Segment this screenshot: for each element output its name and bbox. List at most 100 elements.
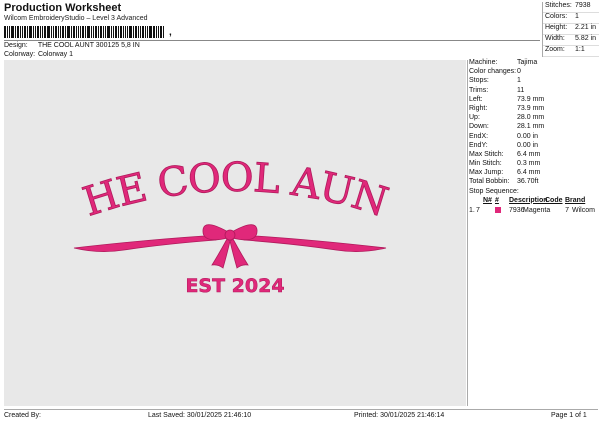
panel-cell: 0.00 in bbox=[517, 132, 539, 140]
barcode-bar bbox=[118, 26, 119, 38]
detail-stops: Stops: 1 bbox=[469, 77, 599, 86]
panel-cell: Trims: bbox=[469, 86, 489, 94]
barcode-bar bbox=[73, 26, 75, 38]
footer-last-saved: Last Saved: 30/01/2025 21:46:10 bbox=[148, 412, 252, 419]
barcode-bar bbox=[100, 26, 102, 38]
panel-cell: Total Bobbin: bbox=[469, 178, 510, 186]
detail-color-changes: Color changes: 0 bbox=[469, 68, 599, 77]
panel-cell: Down: bbox=[469, 123, 489, 131]
barcode-bar bbox=[78, 26, 79, 38]
detail-endy: EndY: 0.00 in bbox=[469, 142, 599, 151]
barcode-bar bbox=[22, 26, 23, 38]
detail-endx: EndX: 0.00 in bbox=[469, 133, 599, 142]
panel-cell: Up: bbox=[469, 114, 480, 122]
barcode-bar bbox=[105, 26, 106, 38]
barcode-bar bbox=[149, 26, 152, 38]
panel-cell: Description bbox=[509, 196, 548, 204]
software-name: Wilcom EmbroideryStudio – Level 3 Advanc… bbox=[4, 15, 148, 22]
panel-cell: N# bbox=[483, 196, 492, 204]
barcode-bar bbox=[62, 26, 64, 38]
detail-up: Up: 28.0 mm bbox=[469, 114, 599, 123]
detail-total-bobbin: Total Bobbin: 36.70ft bbox=[469, 178, 599, 187]
barcode bbox=[4, 26, 168, 38]
panel-cell: 7936 bbox=[509, 206, 525, 214]
embroidery-design: THE COOL AUNT EST 2024 bbox=[4, 60, 394, 297]
detail-right: Right: 73.9 mm bbox=[469, 105, 599, 114]
barcode-bar bbox=[156, 26, 157, 38]
barcode-bar bbox=[37, 26, 39, 38]
stats-box: Stitches: 7938 Colors: 1 Height: 2.21 in Wi… bbox=[542, 2, 599, 57]
barcode-bar bbox=[60, 26, 61, 38]
barcode-bar bbox=[80, 26, 81, 38]
panel-cell: Left: bbox=[469, 95, 483, 103]
barcode-bar bbox=[9, 26, 10, 38]
panel-cell: 7 bbox=[565, 206, 569, 214]
barcode-bar bbox=[153, 26, 155, 38]
design-est-text: EST 2024 bbox=[185, 275, 284, 297]
panel-cell: 73.9 mm bbox=[517, 95, 545, 103]
design-value: THE COOL AUNT 300125 5,8 IN bbox=[37, 42, 140, 49]
barcode-bar bbox=[98, 26, 99, 38]
stat-height: Height: 2.21 in bbox=[543, 24, 599, 35]
detail-left: Left: 73.9 mm bbox=[469, 96, 599, 105]
barcode-bar bbox=[47, 26, 50, 38]
panel-cell: Right: bbox=[469, 104, 488, 112]
footer-created-by: Created By: bbox=[4, 412, 41, 419]
panel-cell: 1. bbox=[469, 206, 475, 214]
stat-stitches: Stitches: 7938 bbox=[543, 2, 599, 13]
barcode-bar bbox=[133, 26, 134, 38]
barcode-bar bbox=[20, 26, 21, 38]
barcode-bar bbox=[125, 26, 126, 38]
barcode-bar bbox=[123, 26, 124, 38]
barcode-bar bbox=[76, 26, 77, 38]
barcode-bar bbox=[111, 26, 112, 38]
panel-cell: 1 bbox=[517, 77, 521, 85]
stat-width: Width: 5.82 in bbox=[543, 35, 599, 46]
colorway-value: Colorway 1 bbox=[37, 51, 73, 58]
barcode-bar bbox=[85, 26, 86, 38]
panel-cell: 7 bbox=[476, 206, 480, 214]
barcode-bar bbox=[58, 26, 59, 38]
barcode-bar bbox=[87, 26, 90, 38]
detail-max-stitch: Max Stitch: 6.4 mm bbox=[469, 151, 599, 160]
panel-cell: EndY: bbox=[469, 141, 488, 149]
barcode-bar bbox=[67, 26, 70, 38]
barcode-bar bbox=[91, 26, 92, 38]
barcode-bar bbox=[27, 26, 28, 38]
barcode-bar bbox=[24, 26, 26, 38]
barcode-bar bbox=[33, 26, 34, 38]
detail-machine: Machine: Tajima bbox=[469, 59, 599, 68]
panel-cell: 0.00 in bbox=[517, 141, 539, 149]
panel-cell: 28.1 mm bbox=[517, 123, 545, 131]
panel-cell: Machine: bbox=[469, 59, 498, 66]
barcode-bar bbox=[65, 26, 66, 38]
barcode-bar bbox=[103, 26, 104, 38]
detail-trims: Trims: 11 bbox=[469, 87, 599, 96]
panel-cell: Tajima bbox=[517, 59, 538, 66]
barcode-bar bbox=[55, 26, 57, 38]
panel-cell: Min Stitch: bbox=[469, 160, 502, 168]
panel-cell bbox=[469, 197, 483, 206]
design-arched-text: THE COOL AUNT bbox=[4, 60, 392, 226]
barcode-bar bbox=[93, 26, 94, 38]
panel-cell: # bbox=[495, 196, 499, 204]
footer-page: Page 1 of 1 bbox=[551, 412, 587, 419]
stop-sequence-title: Stop Sequence: bbox=[469, 187, 519, 195]
barcode-bar bbox=[145, 26, 146, 38]
barcode-bar bbox=[158, 26, 159, 38]
panel-cell: 0 bbox=[517, 68, 521, 76]
panel-cell: 73.9 mm bbox=[517, 104, 545, 112]
design-label: Design: bbox=[4, 42, 28, 49]
stop-sequence-row: 1. 7 7936 Magenta 7 Wilcom bbox=[469, 206, 599, 215]
design-preview: THE COOL AUNT EST 2024 bbox=[4, 60, 466, 406]
footer-divider bbox=[4, 409, 598, 410]
barcode-bar bbox=[51, 26, 52, 38]
colorway-row: Colorway: Colorway 1 bbox=[4, 51, 73, 58]
barcode-bar bbox=[129, 26, 132, 38]
barcode-bar bbox=[140, 26, 141, 38]
barcode-bar bbox=[11, 26, 14, 38]
barcode-mark: , bbox=[169, 27, 172, 38]
footer-printed: Printed: 30/01/2025 21:46:14 bbox=[354, 412, 445, 419]
barcode-bar bbox=[42, 26, 43, 38]
barcode-bar bbox=[35, 26, 36, 38]
